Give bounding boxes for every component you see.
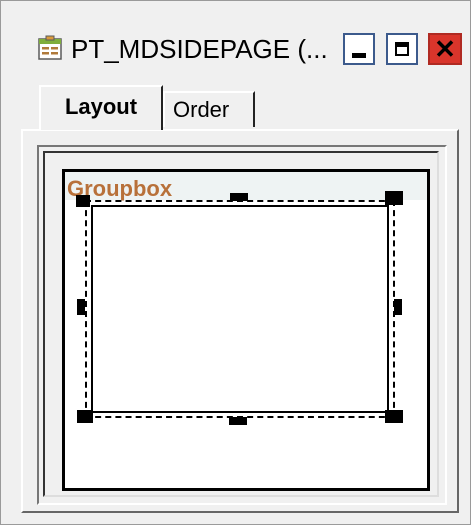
selection-outline xyxy=(85,200,395,418)
close-icon: ✕ xyxy=(434,34,456,64)
resize-handle-bottom-left[interactable] xyxy=(77,410,93,423)
maximize-icon xyxy=(395,42,409,56)
minimize-button[interactable] xyxy=(343,33,375,65)
maximize-button[interactable] xyxy=(386,33,418,65)
resize-handle-top-left[interactable] xyxy=(76,195,90,207)
resize-handle-bottom-center[interactable] xyxy=(229,417,247,425)
resize-handle-bottom-right[interactable] xyxy=(385,410,403,423)
page-definition-icon xyxy=(37,35,63,61)
resize-handle-top-center[interactable] xyxy=(230,193,248,201)
page-designer-window: PT_MDSIDEPAGE (... ✕ Layout Order Groupb… xyxy=(0,0,471,525)
close-button[interactable]: ✕ xyxy=(428,33,462,65)
window-title: PT_MDSIDEPAGE (... xyxy=(71,34,328,64)
minimize-icon xyxy=(352,53,366,58)
tab-order[interactable]: Order xyxy=(163,91,255,127)
resize-handle-middle-left[interactable] xyxy=(77,299,85,315)
title-bar[interactable]: PT_MDSIDEPAGE (... ✕ xyxy=(1,1,470,79)
resize-handle-top-right[interactable] xyxy=(385,191,403,205)
tab-layout[interactable]: Layout xyxy=(39,85,163,130)
resize-handle-middle-right[interactable] xyxy=(394,299,402,315)
